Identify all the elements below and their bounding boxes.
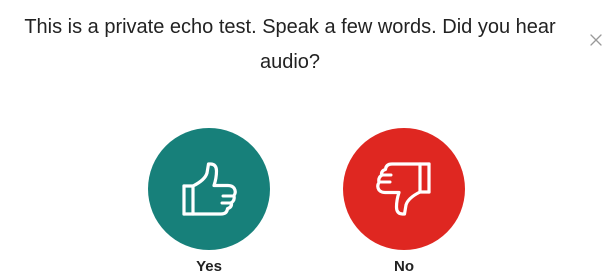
yes-button[interactable]: Yes bbox=[148, 128, 270, 276]
no-circle[interactable] bbox=[343, 128, 465, 250]
echo-test-prompt: This is a private echo test. Speak a few… bbox=[24, 16, 556, 73]
thumbs-up-icon bbox=[182, 162, 237, 216]
no-button[interactable]: No bbox=[343, 128, 465, 276]
yes-circle[interactable] bbox=[148, 128, 270, 250]
no-label[interactable]: No bbox=[343, 258, 465, 276]
thumbs-down-icon bbox=[376, 162, 431, 216]
yes-label[interactable]: Yes bbox=[148, 258, 270, 276]
close-button[interactable] bbox=[590, 34, 602, 46]
close-icon bbox=[590, 34, 602, 46]
echo-test-dialog: This is a private echo test. Speak a few… bbox=[0, 0, 605, 276]
